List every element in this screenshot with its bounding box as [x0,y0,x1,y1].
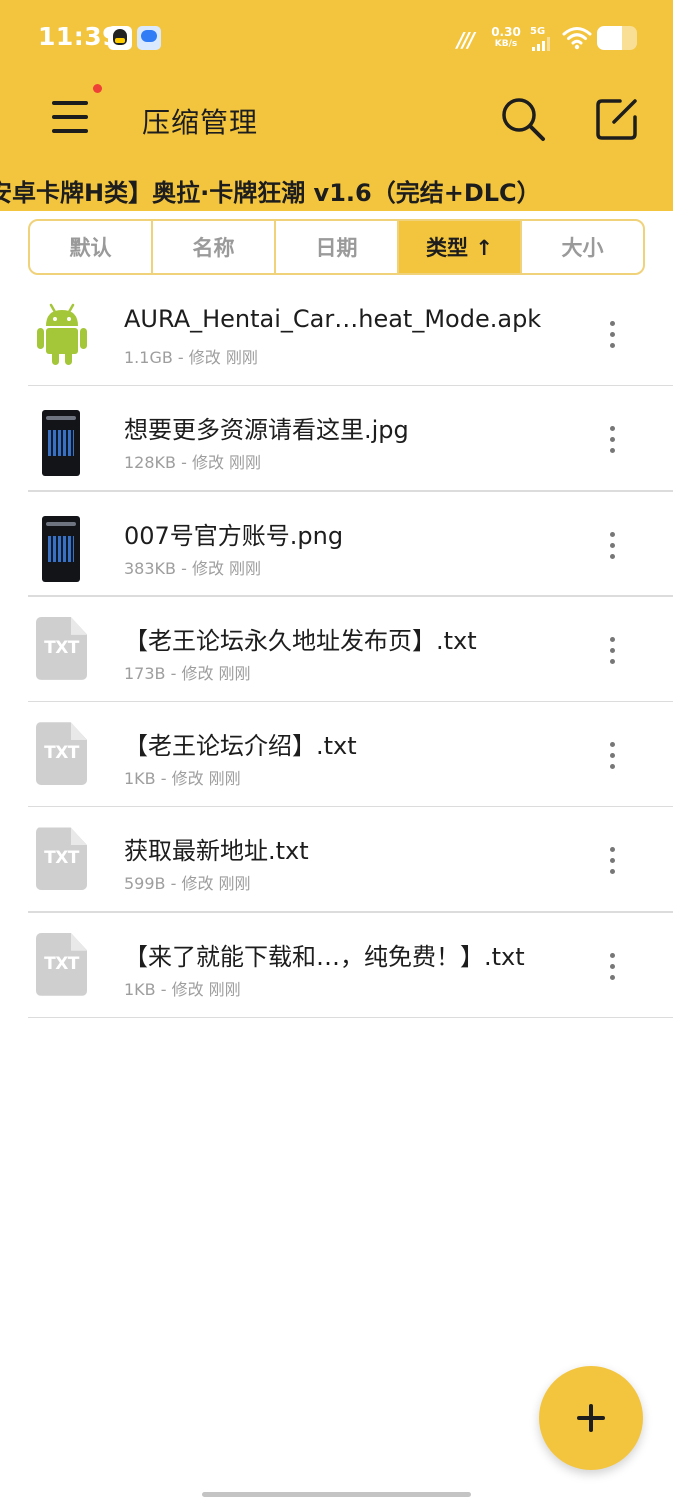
file-meta: 128KB - 修改 刚刚 [124,453,262,473]
page-title: 压缩管理 [142,106,259,139]
file-row[interactable]: 想要更多资源请看这里.jpg 128KB - 修改 刚刚 [0,386,673,492]
file-name: 【来了就能下载和…，纯免费！】.txt [124,942,525,971]
qq-notification-icon [108,26,132,50]
file-name: 【老王论坛介绍】.txt [124,732,357,761]
battery-icon [597,26,637,50]
more-options-icon[interactable] [600,951,624,983]
file-meta: 1.1GB - 修改 刚刚 [124,348,258,367]
android-icon [37,303,87,365]
network-type: 5G [530,26,546,37]
menu-button[interactable] [44,95,96,139]
cloud-app-notification-icon [137,26,161,50]
image-preview [42,410,80,477]
txt-file-icon: TXT [32,615,92,683]
image-thumbnail [32,404,92,477]
network-speed-unit: KB/s [494,39,518,49]
file-row[interactable]: TXT 【老王论坛介绍】.txt 1KB - 修改 刚刚 [0,702,673,808]
file-name: AURA_Hentai_Car…heat_Mode.apk [124,305,542,333]
wifi-icon [562,27,592,50]
file-meta: 1KB - 修改 刚刚 [124,979,241,999]
file-name: 007号官方账号.png [124,521,344,550]
sort-tabs: 默认 名称 日期 类型 ↑ 大小 [28,219,645,275]
file-row[interactable]: TXT 【来了就能下载和…，纯免费！】.txt 1KB - 修改 刚刚 [0,913,673,1019]
plus-icon [589,1404,593,1432]
add-button[interactable] [539,1366,643,1470]
file-meta: 383KB - 修改 刚刚 [124,558,262,578]
file-meta: 599B - 修改 刚刚 [124,874,251,894]
file-row[interactable]: TXT 获取最新地址.txt 599B - 修改 刚刚 [0,807,673,914]
more-options-icon[interactable] [600,319,624,351]
file-meta: 1KB - 修改 刚刚 [124,769,241,789]
txt-icon-label: TXT [44,848,79,869]
file-name: 【老王论坛永久地址发布页】.txt [124,626,477,655]
txt-file-icon: TXT [32,825,92,893]
sort-tab-name[interactable]: 名称 [153,221,276,273]
file-list: AURA_Hentai_Car…heat_Mode.apk 1.1GB - 修改… [0,281,673,1019]
sort-tab-default[interactable]: 默认 [30,221,153,273]
txt-file-icon: TXT [32,931,92,999]
search-icon[interactable] [496,92,550,146]
sort-tab-size[interactable]: 大小 [522,221,643,273]
txt-icon-label: TXT [44,743,79,764]
archive-name: 安卓卡牌H类】奥拉·卡牌狂潮 v1.6（完结+DLC） [0,173,673,207]
network-activity-icon: /// [457,28,475,52]
battery-level-fill [597,26,622,50]
file-row[interactable]: TXT 【老王论坛永久地址发布页】.txt 173B - 修改 刚刚 [0,597,673,703]
network-speed-value: 0.30 [491,25,521,39]
network-speed: 0.30 KB/s [491,26,521,50]
notification-dot [93,84,102,93]
txt-file-icon: TXT [32,720,92,788]
sort-tab-date[interactable]: 日期 [276,221,399,273]
more-options-icon[interactable] [600,845,624,877]
archive-name-text: 安卓卡牌H类】奥拉·卡牌狂潮 v1.6（完结+DLC） [0,179,541,207]
app-header: 11:39 /// 0.30 KB/s 5G 压缩管理 安卓卡牌H类】奥拉·卡牌… [0,0,673,211]
image-thumbnail [32,510,92,582]
more-options-icon[interactable] [600,740,624,772]
more-options-icon[interactable] [600,424,624,456]
file-row[interactable]: AURA_Hentai_Car…heat_Mode.apk 1.1GB - 修改… [0,281,673,387]
txt-icon-label: TXT [44,953,79,974]
file-name: 获取最新地址.txt [124,837,309,866]
more-options-icon[interactable] [600,635,624,667]
home-indicator[interactable] [202,1492,471,1497]
txt-icon-label: TXT [44,637,79,658]
more-options-icon[interactable] [600,530,624,562]
sort-tab-type[interactable]: 类型 ↑ [399,221,522,273]
edit-icon[interactable] [590,92,644,146]
file-name: 想要更多资源请看这里.jpg [124,416,409,445]
file-meta: 173B - 修改 刚刚 [124,663,251,683]
image-preview [42,515,80,582]
cell-signal-icon [532,37,554,51]
file-row[interactable]: 007号官方账号.png 383KB - 修改 刚刚 [0,492,673,598]
